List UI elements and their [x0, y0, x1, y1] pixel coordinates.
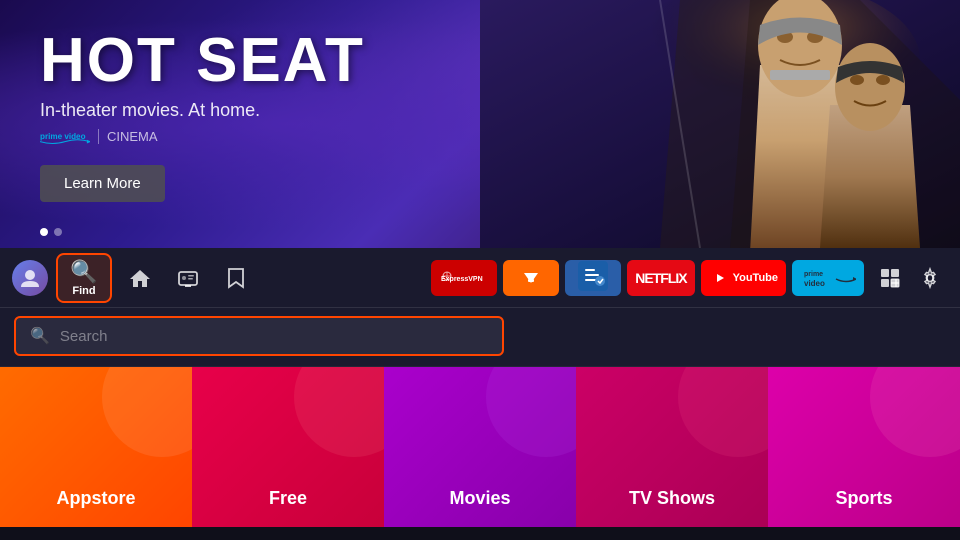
gear-icon	[919, 267, 941, 289]
hero-brand: prime video CINEMA	[40, 127, 365, 145]
search-placeholder: Search	[60, 328, 108, 345]
downloader-svg	[516, 261, 546, 291]
downloader-app[interactable]	[503, 260, 559, 296]
search-bar[interactable]: 🔍 Search	[14, 316, 504, 356]
avatar-icon	[19, 267, 41, 289]
category-tvshows-label: TV Shows	[629, 488, 715, 509]
navbar: 🔍 Find ExpressVPN	[0, 248, 960, 308]
expressvpn-label: ExpressVPN	[439, 266, 489, 290]
filelinked-icon	[578, 261, 608, 294]
category-grid: Appstore Free Movies TV Shows Sports	[0, 367, 960, 527]
category-tvshows[interactable]: TV Shows	[576, 367, 768, 527]
netflix-app[interactable]: NETFLIX	[627, 260, 694, 296]
prime-video-logo: prime video	[40, 127, 90, 145]
hero-pagination-dots	[40, 228, 62, 236]
apps-grid-button[interactable]	[872, 260, 908, 296]
hero-banner: HOT SEAT In-theater movies. At home. pri…	[0, 0, 960, 248]
category-sports-label: Sports	[835, 488, 892, 509]
category-appstore[interactable]: Appstore	[0, 367, 192, 527]
category-appstore-label: Appstore	[56, 488, 135, 509]
cat-circle-appstore	[102, 367, 192, 457]
svg-text:prime: prime	[804, 271, 823, 278]
cat-circle-free	[294, 367, 384, 457]
prime-video-app[interactable]: prime video	[792, 260, 864, 296]
search-section: 🔍 Search	[0, 308, 960, 367]
hero-subtitle: In-theater movies. At home.	[40, 100, 365, 121]
cat-circle-tvshows	[678, 367, 768, 457]
find-label: Find	[72, 285, 95, 297]
find-button[interactable]: 🔍 Find	[56, 253, 112, 303]
hero-title: HOT SEAT	[40, 30, 365, 92]
settings-button[interactable]	[912, 260, 948, 296]
category-free-label: Free	[269, 488, 307, 509]
category-free[interactable]: Free	[192, 367, 384, 527]
youtube-app[interactable]: YouTube	[701, 260, 786, 296]
filelinked-app[interactable]	[565, 260, 621, 296]
downloader-icon	[516, 261, 546, 294]
watchlist-button[interactable]	[216, 258, 256, 298]
learn-more-button[interactable]: Learn More	[40, 165, 165, 202]
category-sports[interactable]: Sports	[768, 367, 960, 527]
youtube-label: YouTube	[733, 272, 778, 284]
hero-content: HOT SEAT In-theater movies. At home. pri…	[40, 30, 365, 202]
cat-circle-movies	[486, 367, 576, 457]
live-tv-button[interactable]	[168, 258, 208, 298]
hero-characters-svg	[480, 0, 960, 248]
dot-2[interactable]	[54, 228, 62, 236]
bookmark-icon	[227, 267, 245, 289]
cat-circle-sports	[870, 367, 960, 457]
nav-right-controls	[872, 260, 948, 296]
hero-cinema-label: CINEMA	[98, 129, 158, 144]
dot-1[interactable]	[40, 228, 48, 236]
grid-icon	[879, 267, 901, 289]
user-avatar[interactable]	[12, 260, 48, 296]
prime-smile-svg: prime video	[40, 127, 90, 145]
expressvpn-svg: ExpressVPN	[439, 266, 489, 288]
expressvpn-app[interactable]: ExpressVPN	[431, 260, 497, 296]
home-icon	[129, 267, 151, 289]
prime-video-svg: prime video	[800, 264, 856, 292]
netflix-label: NETFLIX	[635, 270, 686, 286]
hero-image-area	[480, 0, 960, 248]
home-button[interactable]	[120, 258, 160, 298]
search-icon: 🔍	[70, 259, 97, 285]
youtube-play-icon	[709, 271, 729, 285]
filelinked-svg	[578, 261, 608, 291]
svg-text:video: video	[804, 279, 825, 288]
category-movies[interactable]: Movies	[384, 367, 576, 527]
search-bar-icon: 🔍	[30, 326, 50, 346]
category-movies-label: Movies	[449, 488, 510, 509]
tv-icon	[177, 267, 199, 289]
app-shortcuts: ExpressVPN	[431, 260, 864, 296]
